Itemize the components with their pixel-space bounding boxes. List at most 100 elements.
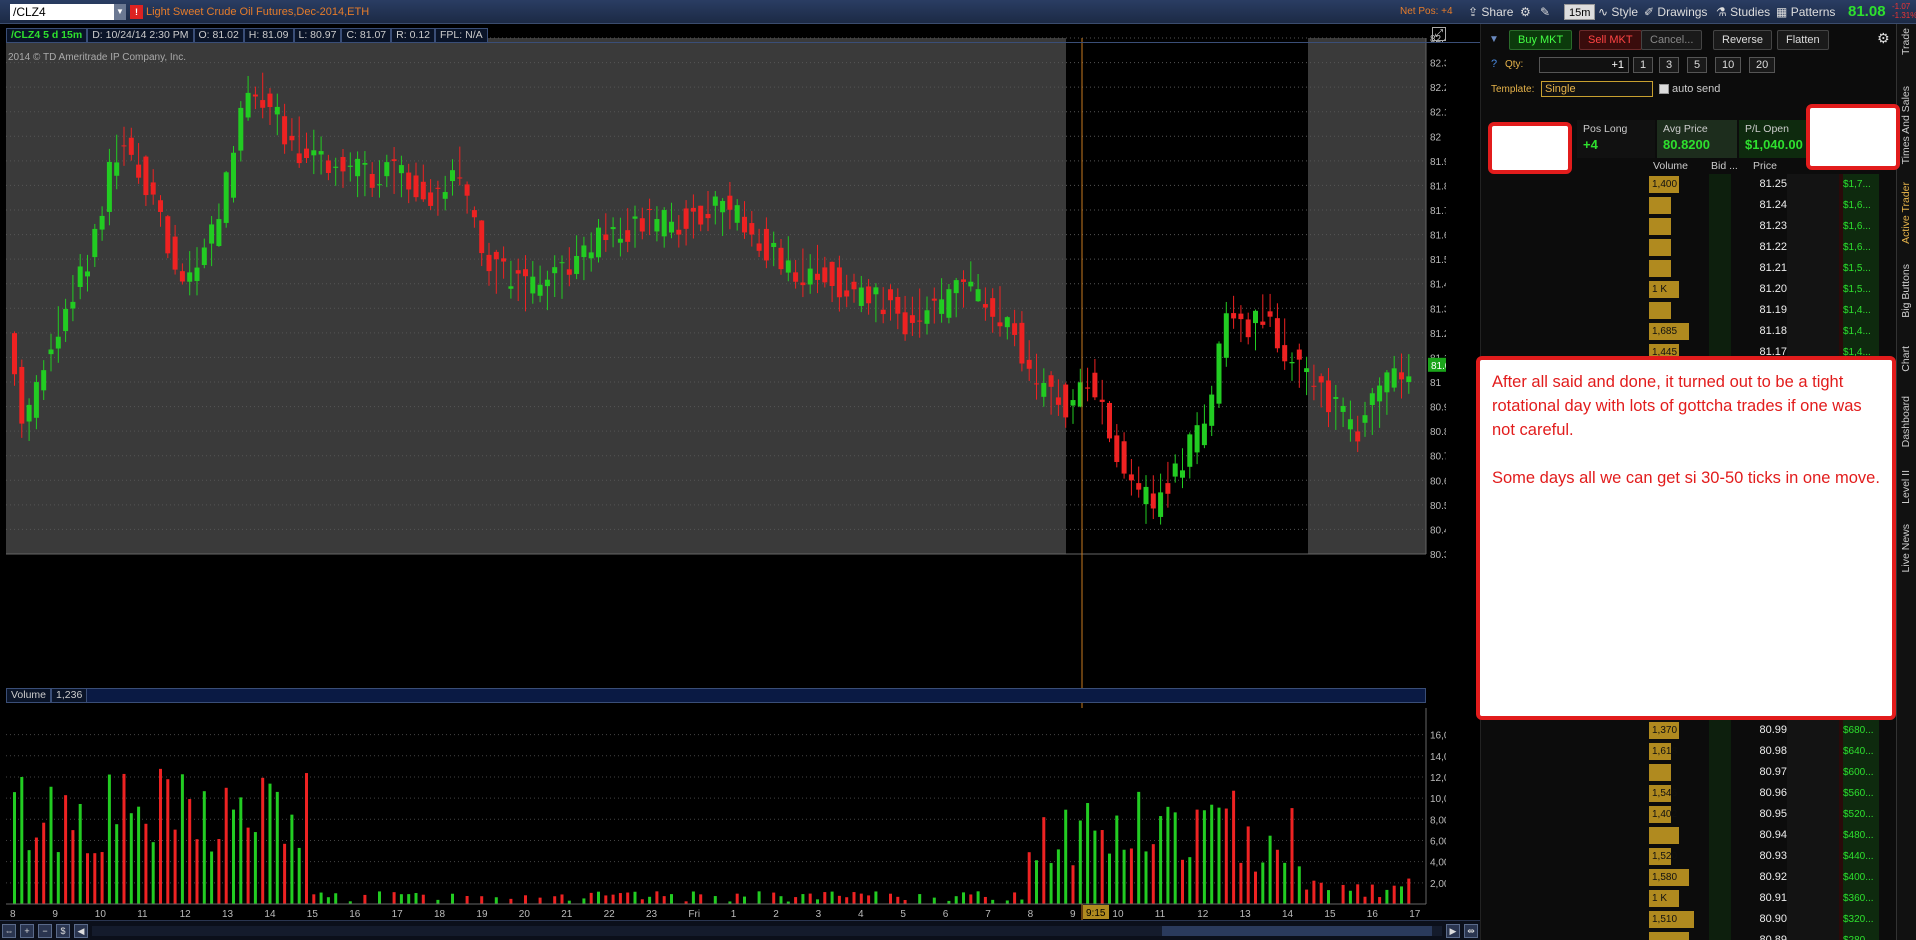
wrench-icon[interactable]: ✎: [1536, 3, 1554, 21]
side-tab-live-news[interactable]: Live News: [1900, 524, 1912, 572]
ladder-price[interactable]: 80.94: [1731, 825, 1787, 846]
candle-body: [990, 298, 996, 317]
expand-time-icon[interactable]: ⇹: [1464, 924, 1478, 938]
side-tab-level-ii[interactable]: Level II: [1900, 470, 1912, 504]
volume-bar: [1137, 791, 1141, 904]
ladder-row[interactable]: 1 K 80.91 $360...: [1481, 888, 1897, 909]
ladder-row[interactable]: 81.24 $1,6...: [1481, 195, 1897, 216]
side-tab-times-and-sales[interactable]: Times And Sales: [1900, 86, 1912, 164]
ladder-row[interactable]: 80.89 $280...: [1481, 930, 1897, 940]
patterns-button[interactable]: ▦ Patterns: [1772, 3, 1839, 21]
checkbox-icon[interactable]: [1659, 84, 1669, 95]
ladder-price[interactable]: 80.97: [1731, 762, 1787, 783]
expand-icon[interactable]: ⤢: [1432, 27, 1446, 41]
ladder-price[interactable]: 80.98: [1731, 741, 1787, 762]
ladder-row[interactable]: 81.22 $1,6...: [1481, 237, 1897, 258]
chevron-down-icon[interactable]: ▼: [114, 4, 126, 20]
ladder-row[interactable]: 1,510 80.90 $320...: [1481, 909, 1897, 930]
ladder-row[interactable]: 1,546 80.96 $560...: [1481, 783, 1897, 804]
scrollbar-thumb[interactable]: [1162, 926, 1432, 936]
ladder-price[interactable]: 81.23: [1731, 216, 1787, 237]
side-tab-active-trader[interactable]: Active Trader: [1900, 182, 1912, 244]
ladder-row[interactable]: 1,402 80.95 $520...: [1481, 804, 1897, 825]
ladder-row[interactable]: 1,400 81.25 $1,7...: [1481, 174, 1897, 195]
ladder-price[interactable]: 80.96: [1731, 783, 1787, 804]
ladder-price[interactable]: 81.19: [1731, 300, 1787, 321]
ladder-row[interactable]: 80.94 $480...: [1481, 825, 1897, 846]
style-button[interactable]: ∿ Style: [1594, 3, 1642, 21]
gear-icon[interactable]: ⚙: [1516, 3, 1535, 21]
split-icon[interactable]: ⇔: [2, 924, 16, 938]
scroll-right-icon[interactable]: ▶: [1446, 924, 1460, 938]
candle-body: [12, 333, 17, 375]
ladder-row[interactable]: 81.23 $1,6...: [1481, 216, 1897, 237]
template-select[interactable]: Single: [1541, 81, 1653, 97]
ladder-price[interactable]: 81.18: [1731, 321, 1787, 342]
reverse-button[interactable]: Reverse: [1713, 30, 1772, 50]
volume-bar: [399, 894, 403, 904]
flatten-button[interactable]: Flatten: [1777, 30, 1829, 50]
ladder-row[interactable]: 1,520 80.93 $440...: [1481, 846, 1897, 867]
ladder-price[interactable]: 80.89: [1731, 930, 1787, 940]
ladder-price[interactable]: 81.24: [1731, 195, 1787, 216]
horizontal-scrollbar[interactable]: [92, 926, 1442, 936]
patterns-icon: ▦: [1776, 5, 1788, 19]
qty-preset-20[interactable]: 20: [1749, 57, 1776, 73]
help-icon[interactable]: ?: [1491, 58, 1497, 70]
share-button[interactable]: ⇪ Share: [1464, 3, 1517, 21]
side-tab-trade[interactable]: Trade: [1900, 28, 1912, 55]
alert-icon[interactable]: !: [130, 5, 143, 19]
qty-preset-5[interactable]: 5: [1687, 57, 1708, 73]
ladder-price[interactable]: 80.91: [1731, 888, 1787, 909]
interval-button[interactable]: 15m: [1564, 4, 1596, 20]
auto-send-checkbox[interactable]: auto send: [1659, 83, 1720, 95]
chart-panel[interactable]: 82.482.382.282.18281.981.881.781.681.581…: [0, 24, 1788, 940]
ladder-price[interactable]: 81.22: [1731, 237, 1787, 258]
ladder-price[interactable]: 81.20: [1731, 279, 1787, 300]
ladder-row[interactable]: 1,618 80.98 $640...: [1481, 741, 1897, 762]
sell-mkt-button[interactable]: Sell MKT: [1579, 30, 1642, 50]
collapse-icon[interactable]: ▼: [1489, 34, 1499, 45]
ladder-price[interactable]: 81.21: [1731, 258, 1787, 279]
volume-bar: [1217, 807, 1221, 904]
cancel-button[interactable]: Cancel...: [1641, 30, 1703, 50]
studies-button[interactable]: ⚗ Studies: [1712, 3, 1774, 21]
volume-bar: [560, 894, 564, 904]
column-bid[interactable]: Bid ...: [1711, 158, 1738, 174]
ladder-price[interactable]: 80.99: [1731, 720, 1787, 741]
ladder-row[interactable]: 81.19 $1,4...: [1481, 300, 1897, 321]
ladder-row[interactable]: 80.97 $600...: [1481, 762, 1897, 783]
settings-gear-icon[interactable]: ⚙: [1877, 30, 1890, 47]
ladder-row[interactable]: 1,685 81.18 $1,4...: [1481, 321, 1897, 342]
side-tab-chart[interactable]: Chart: [1900, 346, 1912, 372]
ladder-price[interactable]: 80.95: [1731, 804, 1787, 825]
qty-preset-1[interactable]: 1: [1633, 57, 1654, 73]
drawings-button[interactable]: ✐ Drawings: [1640, 3, 1711, 21]
side-tab-dashboard[interactable]: Dashboard: [1900, 396, 1912, 447]
ladder-price[interactable]: 80.90: [1731, 909, 1787, 930]
column-price[interactable]: Price: [1753, 158, 1777, 174]
ladder-price[interactable]: 80.92: [1731, 867, 1787, 888]
side-tab-big-buttons[interactable]: Big Buttons: [1900, 264, 1912, 318]
ladder-row[interactable]: 1 K 81.20 $1,5...: [1481, 279, 1897, 300]
ladder-row[interactable]: 81.21 $1,5...: [1481, 258, 1897, 279]
ladder-price[interactable]: 80.93: [1731, 846, 1787, 867]
buy-mkt-button[interactable]: Buy MKT: [1509, 30, 1573, 50]
ladder-volume: 1,520: [1649, 848, 1677, 865]
price-chart[interactable]: 82.482.382.282.18281.981.881.781.681.581…: [0, 24, 1446, 940]
dollar-icon[interactable]: $: [56, 924, 70, 938]
column-volume[interactable]: Volume: [1653, 158, 1688, 174]
symbol-input[interactable]: /CLZ4: [10, 4, 126, 20]
ladder-price[interactable]: 81.25: [1731, 174, 1787, 195]
ladder-row[interactable]: 1,370 80.99 $680...: [1481, 720, 1897, 741]
zoom-in-icon[interactable]: +: [20, 924, 34, 938]
scroll-left-icon[interactable]: ◀: [74, 924, 88, 938]
ladder-row[interactable]: 1,580 80.92 $400...: [1481, 867, 1897, 888]
qty-preset-10[interactable]: 10: [1715, 57, 1742, 73]
qty-input[interactable]: +1: [1539, 57, 1629, 73]
qty-preset-3[interactable]: 3: [1659, 57, 1680, 73]
time-axis-label: 17: [392, 909, 404, 920]
volume-bar: [1202, 810, 1206, 904]
time-axis-label: 3: [816, 909, 822, 920]
zoom-out-icon[interactable]: −: [38, 924, 52, 938]
